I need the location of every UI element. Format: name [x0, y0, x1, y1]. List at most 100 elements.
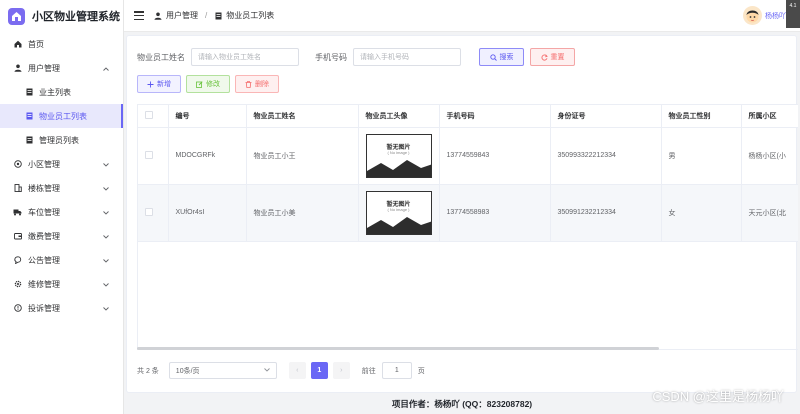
page-size-value: 10条/页 — [175, 367, 200, 375]
staff-table: 编号 物业员工姓名 物业员工头像 手机号码 身份证号 物业员工性别 所属小区 M… — [137, 104, 798, 350]
sidebar-item-label: 缴费管理 — [28, 231, 60, 241]
search-button-label: 搜索 — [499, 54, 514, 61]
sidebar-item-complaint[interactable]: 投诉管理 — [0, 296, 123, 320]
sidebar-item-label: 维修管理 — [28, 279, 60, 289]
no-image-subtitle: ( No image ) — [387, 206, 410, 212]
edit-button[interactable]: 修改 — [186, 75, 230, 93]
add-button[interactable]: 新增 — [137, 75, 181, 93]
no-image-subtitle: ( No image ) — [387, 149, 410, 155]
column-header: 编号 — [168, 105, 247, 128]
home-icon — [13, 40, 22, 49]
select-all-cell — [138, 105, 169, 128]
column-header: 手机号码 — [439, 105, 551, 128]
sidebar: 小区物业管理系统 首页 用户管理 业主列表 物业员工列表 管理员列表 小区管理 — [0, 0, 124, 414]
app-title: 小区物业管理系统 — [32, 11, 120, 23]
select-all-checkbox[interactable] — [145, 110, 153, 119]
chevron-up-icon — [103, 64, 109, 73]
row-checkbox[interactable] — [145, 207, 153, 216]
brand: 小区物业管理系统 — [0, 0, 123, 32]
content-card: 物业员工姓名 请输入物业员工姓名 手机号码 请输入手机号码 搜索 重置 新增 修… — [126, 35, 798, 393]
sidebar-item-repair[interactable]: 维修管理 — [0, 272, 123, 296]
breadcrumb-separator: / — [205, 11, 208, 20]
breadcrumb: 用户管理 / 物业员工列表 — [154, 10, 274, 21]
table-row[interactable]: MDOCGRFk 物业员工小王 暂无图片 ( No image ) 137745… — [138, 127, 798, 185]
avatar — [743, 6, 762, 25]
breadcrumb-item[interactable]: 用户管理 — [166, 10, 198, 21]
sidebar-item-label: 首页 — [28, 39, 44, 49]
search-button[interactable]: 搜索 — [479, 48, 524, 66]
menu-toggle-icon[interactable] — [134, 11, 144, 20]
column-header: 物业员工头像 — [358, 105, 440, 128]
app-logo-icon — [8, 7, 25, 25]
sidebar-item-admin-list[interactable]: 管理员列表 — [0, 128, 123, 152]
cell-phone: 13774559843 — [439, 127, 551, 185]
cell-avatar: 暂无图片 ( No image ) — [358, 127, 440, 185]
watermark: CSDN @这里是杨杨吖 — [652, 389, 784, 404]
pagination: 共 2 条 10条/页 ‹ 1 › 前往 1 页 — [137, 362, 425, 379]
mountain-icon — [366, 216, 431, 234]
sidebar-item-label: 车位管理 — [28, 207, 60, 217]
truck-icon — [13, 208, 22, 217]
page-number-current[interactable]: 1 — [310, 362, 328, 379]
select-cell — [138, 184, 169, 242]
chevron-right-icon: › — [340, 367, 343, 374]
chevron-down-icon — [263, 367, 270, 374]
table-row[interactable]: XUfOr4sI 物业员工小美 暂无图片 ( No image ) 137745… — [138, 184, 798, 242]
list-icon — [25, 112, 34, 121]
chevron-down-icon — [103, 280, 109, 289]
page-size-select[interactable]: 10条/页 — [168, 362, 277, 379]
reset-button[interactable]: 重置 — [530, 48, 575, 66]
building-icon — [13, 184, 22, 193]
chevron-down-icon — [103, 208, 109, 217]
trash-icon — [245, 80, 252, 88]
sidebar-item-community[interactable]: 小区管理 — [0, 152, 123, 176]
corner-badge: 4.1 — [786, 0, 800, 28]
phone-input[interactable]: 请输入手机号码 — [353, 48, 461, 66]
goto-page-input[interactable]: 1 — [381, 362, 412, 379]
list-icon — [25, 88, 34, 97]
sidebar-item-owner-list[interactable]: 业主列表 — [0, 80, 123, 104]
edit-icon — [196, 80, 203, 88]
cell-name: 物业员工小美 — [246, 184, 359, 242]
user-icon — [13, 64, 22, 73]
cell-id: XUfOr4sI — [168, 184, 247, 242]
chevron-down-icon — [103, 256, 109, 265]
column-header: 物业员工性别 — [661, 105, 742, 128]
plus-icon — [147, 81, 154, 88]
mountain-icon — [366, 159, 431, 177]
delete-button-label: 删除 — [255, 81, 269, 88]
column-header: 身份证号 — [550, 105, 662, 128]
sidebar-item-staff-list[interactable]: 物业员工列表 — [0, 104, 123, 128]
sidebar-item-notice[interactable]: 公告管理 — [0, 248, 123, 272]
sidebar-item-payment[interactable]: 缴费管理 — [0, 224, 123, 248]
next-page-button[interactable]: › — [332, 362, 350, 379]
sidebar-item-user-mgmt[interactable]: 用户管理 — [0, 56, 123, 80]
cell-community: 天元小区(北 — [741, 184, 798, 242]
list-icon — [25, 136, 34, 145]
breadcrumb-item: 物业员工列表 — [226, 11, 275, 20]
sidebar-item-label: 楼栋管理 — [28, 183, 60, 193]
cell-community: 杨杨小区(小 — [741, 127, 798, 185]
prev-page-button[interactable]: ‹ — [288, 362, 306, 379]
search-icon — [489, 53, 497, 61]
toolbar: 新增 修改 删除 — [137, 75, 279, 93]
staff-name-input[interactable]: 请输入物业员工姓名 — [191, 48, 299, 66]
page-unit-label: 页 — [417, 367, 425, 375]
cell-name: 物业员工小王 — [246, 127, 359, 185]
sidebar-item-label: 小区管理 — [28, 159, 60, 169]
no-image-placeholder: 暂无图片 ( No image ) — [365, 133, 432, 178]
chat-icon — [13, 256, 22, 265]
horizontal-scrollbar[interactable] — [137, 347, 659, 350]
cell-gender: 男 — [661, 127, 742, 185]
chevron-down-icon — [103, 232, 109, 241]
sidebar-item-home[interactable]: 首页 — [0, 32, 123, 56]
delete-button[interactable]: 删除 — [235, 75, 279, 93]
community-icon — [13, 160, 22, 169]
sidebar-item-building[interactable]: 楼栋管理 — [0, 176, 123, 200]
gear-icon — [13, 280, 22, 289]
sidebar-item-parking[interactable]: 车位管理 — [0, 200, 123, 224]
user-menu[interactable]: 杨杨吖 — [743, 6, 786, 25]
cell-avatar: 暂无图片 ( No image ) — [358, 184, 440, 242]
row-checkbox[interactable] — [145, 150, 153, 159]
list-icon — [214, 12, 222, 20]
